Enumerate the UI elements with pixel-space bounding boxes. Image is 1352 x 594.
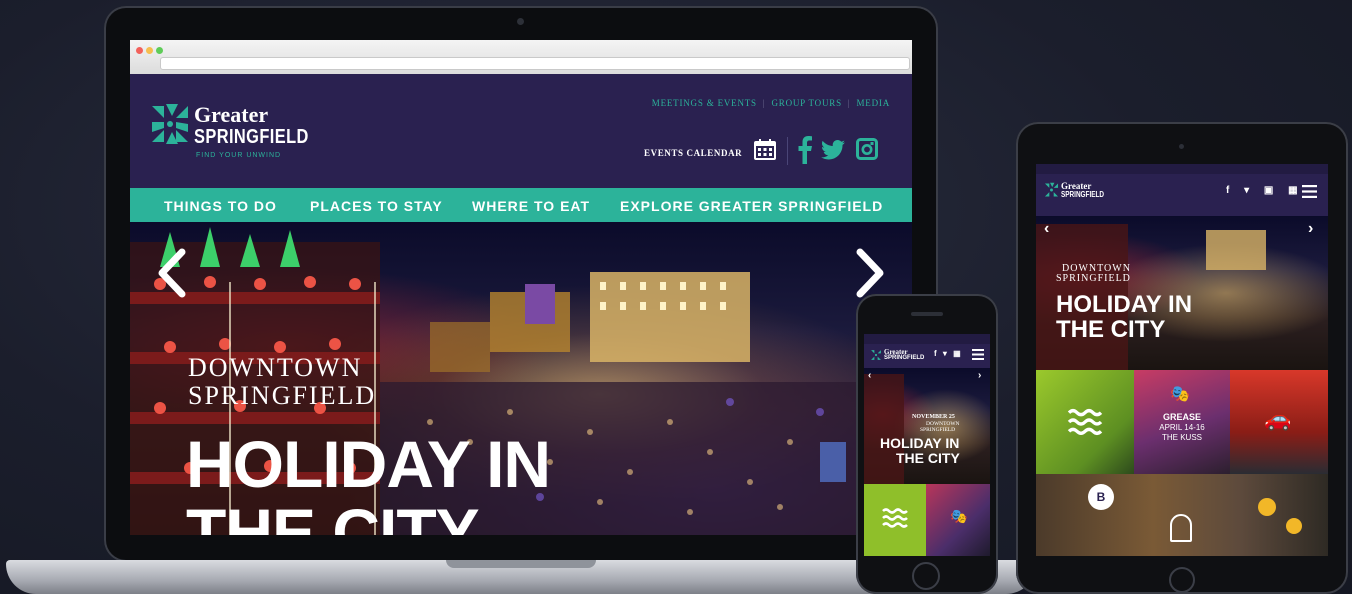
events-calendar-link[interactable]: EVENTS CALENDAR [644, 148, 742, 158]
tablet-hero-building [1206, 230, 1266, 270]
slider-next-button[interactable] [850, 248, 890, 298]
logo-text-springfield[interactable]: SPRINGFIELD [194, 126, 309, 149]
tablet-tile-event-title: GREASE [1162, 412, 1201, 422]
tablet-hero-title1: HOLIDAY IN [1056, 291, 1193, 318]
sunflower-icon [1286, 518, 1302, 534]
tablet-tile-grease[interactable]: 🎭 GREASE APRIL 14-16 THE KUSS [1134, 370, 1230, 474]
phone-hero-title2: THE CITY [896, 450, 960, 466]
tablet-device: Greater SPRINGFIELD f ▾ ▣ ▦ ‹ › DOWNTOWN… [1016, 122, 1348, 594]
facebook-icon[interactable] [798, 136, 812, 164]
phone-slider-next-button[interactable]: › [978, 370, 981, 381]
tablet-status-bar [1036, 164, 1328, 174]
hero-kicker-downtown: DOWNTOWN [188, 353, 363, 382]
site-header: Greater SPRINGFIELD FIND YOUR UNWIND MEE… [130, 74, 912, 188]
nav-explore-greater-springfield[interactable]: EXPLORE GREATER SPRINGFIELD [620, 198, 883, 214]
tablet-social-icons[interactable]: f ▾ ▣ ▦ [1226, 185, 1304, 196]
link-separator: | [762, 98, 766, 108]
phone-device: Greater SPRINGFIELD f ▾ ▦ ‹ › NOVEMBER 2… [856, 294, 998, 594]
phone-tile-water[interactable] [864, 484, 926, 556]
tablet-slider-prev-button[interactable]: ‹ [1044, 220, 1049, 238]
meetings-events-link[interactable]: MEETINGS & EVENTS [652, 98, 757, 108]
tablet-badge-icon: B [1088, 484, 1114, 510]
address-bar[interactable] [160, 57, 910, 70]
header-divider [787, 137, 788, 165]
laptop-device: Greater SPRINGFIELD FIND YOUR UNWIND MEE… [104, 6, 938, 562]
hero-kicker-springfield: SPRINGFIELD [188, 381, 377, 410]
theater-masks-icon: 🎭 [950, 508, 968, 524]
tablet-hero: ‹ › DOWNTOWN SPRINGFIELD HOLIDAY IN THE … [1036, 216, 1328, 370]
phone-social-icons[interactable]: f ▾ ▦ [934, 349, 963, 358]
close-window-button[interactable] [136, 47, 143, 54]
phone-hero-title1: HOLIDAY IN [880, 435, 960, 451]
tablet-tile-event-venue: THE KUSS [1161, 433, 1202, 442]
nav-places-to-stay[interactable]: PLACES TO STAY [310, 198, 443, 214]
phone-tile-theater[interactable]: 🎭 [926, 484, 990, 556]
twitter-icon[interactable] [821, 140, 845, 160]
phone-logo-springfield[interactable]: SPRINGFIELD [884, 355, 924, 361]
phone-status-bar [864, 334, 990, 344]
logo-tagline: FIND YOUR UNWIND [196, 152, 282, 159]
tablet-hero-kicker2: SPRINGFIELD [1056, 273, 1131, 284]
tablet-logo-mark-icon[interactable] [1044, 182, 1059, 198]
phone-speaker [911, 312, 943, 316]
utility-links: MEETINGS & EVENTS | GROUP TOURS | MEDIA [652, 98, 890, 108]
calendar-icon[interactable] [754, 138, 776, 160]
phone-logo-mark-icon[interactable] [870, 349, 882, 361]
media-link[interactable]: MEDIA [857, 98, 891, 108]
group-tours-link[interactable]: GROUP TOURS [771, 98, 841, 108]
logo-text-greater[interactable]: Greater [194, 102, 268, 128]
phone-screen: Greater SPRINGFIELD f ▾ ▦ ‹ › NOVEMBER 2… [864, 334, 990, 556]
logo-mark-icon[interactable] [150, 102, 190, 146]
tablet-slider-next-button[interactable]: › [1308, 220, 1313, 238]
tablet-tile-event-date: APRIL 14-16 [1159, 423, 1205, 432]
instagram-icon[interactable] [856, 138, 878, 160]
hero-title-line1: HOLIDAY IN [186, 427, 551, 501]
nav-where-to-eat[interactable]: WHERE TO EAT [472, 198, 590, 214]
waves-icon [882, 508, 908, 528]
car-icon: 🚗 [1264, 406, 1292, 431]
tablet-logo-springfield[interactable]: SPRINGFIELD [1061, 190, 1104, 199]
phone-hero-date: NOVEMBER 25 [912, 414, 955, 420]
tablet-theater-masks-icon: 🎭 [1170, 386, 1190, 403]
phone-menu-icon[interactable] [972, 349, 984, 360]
phone-hero-garage [864, 374, 904, 484]
tablet-tile-water[interactable] [1036, 370, 1134, 474]
tablet-screen: Greater SPRINGFIELD f ▾ ▣ ▦ ‹ › DOWNTOWN… [1036, 164, 1328, 556]
laptop-camera [517, 18, 524, 25]
phone-hero-kicker2: SPRINGFIELD [920, 427, 956, 433]
phone-slider-prev-button[interactable]: ‹ [868, 370, 871, 381]
phone-home-button[interactable] [912, 562, 940, 590]
sunflower-icon [1258, 498, 1276, 516]
tablet-menu-icon[interactable] [1302, 185, 1317, 198]
maximize-window-button[interactable] [156, 47, 163, 54]
laptop-notch [446, 560, 596, 568]
link-separator: | [847, 98, 851, 108]
nav-things-to-do[interactable]: THINGS TO DO [164, 198, 277, 214]
slider-prev-button[interactable] [152, 248, 192, 298]
laptop-screen: Greater SPRINGFIELD FIND YOUR UNWIND MEE… [130, 40, 912, 535]
tablet-tile-market[interactable]: B [1036, 474, 1328, 556]
hero-title-line2: THE CITY [186, 495, 480, 535]
hero-slider: DOWNTOWN SPRINGFIELD HOLIDAY IN THE CITY [130, 222, 912, 535]
tablet-home-button[interactable] [1169, 567, 1195, 593]
minimize-window-button[interactable] [146, 47, 153, 54]
arch-icon [1170, 514, 1192, 542]
tablet-hero-title2: THE CITY [1056, 316, 1166, 343]
phone-hero: ‹ › NOVEMBER 25 DOWNTOWN SPRINGFIELD HOL… [864, 368, 990, 484]
browser-toolbar [130, 40, 912, 74]
tablet-tile-car[interactable]: 🚗 [1230, 370, 1328, 474]
main-nav: THINGS TO DO PLACES TO STAY WHERE TO EAT… [130, 188, 912, 222]
tablet-waves-icon [1067, 409, 1103, 435]
tablet-camera [1179, 144, 1184, 149]
